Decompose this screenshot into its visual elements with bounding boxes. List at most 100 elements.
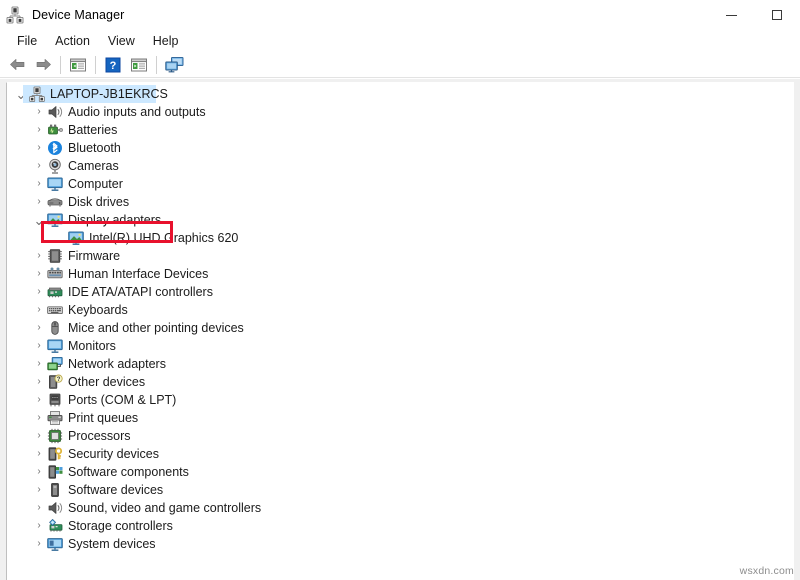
chevron-right-icon[interactable]: › (31, 265, 47, 283)
tree-item-label: Disk drives (68, 193, 129, 211)
chevron-right-icon[interactable]: › (31, 463, 47, 481)
tree-item[interactable]: › Firmware (7, 247, 794, 265)
device-tree-panel[interactable]: ⌄LAPTOP-JB1EKRCS›Audio inputs and output… (6, 82, 794, 580)
tree-item-label: Cameras (68, 157, 119, 175)
chevron-right-icon[interactable]: › (31, 409, 47, 427)
tree-item-label: Firmware (68, 247, 120, 265)
minimize-icon (726, 15, 737, 16)
back-button[interactable] (4, 53, 30, 77)
tree-item-label: Network adapters (68, 355, 166, 373)
port-icon (47, 392, 63, 408)
chevron-right-icon[interactable]: › (31, 157, 47, 175)
toolbar-separator (156, 56, 157, 74)
properties-button[interactable] (65, 53, 91, 77)
forward-button[interactable] (30, 53, 56, 77)
tree-item-label: Bluetooth (68, 139, 121, 157)
security-device-icon (47, 446, 63, 462)
chevron-right-icon[interactable]: › (31, 517, 47, 535)
tree-item[interactable]: › Sound, video and game controllers (7, 499, 794, 517)
tree-item-label: Batteries (68, 121, 117, 139)
chevron-right-icon[interactable]: › (31, 301, 47, 319)
tree-item-label: Software components (68, 463, 189, 481)
tree-item[interactable]: ›Computer (7, 175, 794, 193)
tree-item[interactable]: ›?Other devices (7, 373, 794, 391)
chevron-right-icon[interactable]: › (31, 103, 47, 121)
tree-item[interactable]: ›Monitors (7, 337, 794, 355)
tree-item[interactable]: › Batteries (7, 121, 794, 139)
menu-help[interactable]: Help (144, 32, 188, 50)
tree-item[interactable]: ›Software devices (7, 481, 794, 499)
tree-item[interactable]: ›Keyboards (7, 301, 794, 319)
scan-window-icon (130, 57, 148, 73)
right-arrow-icon (35, 57, 52, 72)
computer-node-icon (29, 86, 45, 102)
window-title: Device Manager (32, 8, 124, 22)
tree-item[interactable]: ›Print queues (7, 409, 794, 427)
help-button[interactable]: ? (100, 53, 126, 77)
tree-item[interactable]: Intel(R) UHD Graphics 620 (7, 229, 794, 247)
toolbar-separator (60, 56, 61, 74)
chevron-right-icon[interactable]: › (31, 247, 47, 265)
tree-item-label: Audio inputs and outputs (68, 103, 206, 121)
tree-item[interactable]: › Software components (7, 463, 794, 481)
tree-item[interactable]: › Cameras (7, 157, 794, 175)
chevron-down-icon[interactable]: ⌄ (31, 214, 47, 227)
camera-icon (47, 158, 63, 174)
monitor-icon (47, 176, 63, 192)
show-devices-button[interactable] (161, 53, 187, 77)
chevron-right-icon[interactable]: › (31, 193, 47, 211)
system-device-icon (47, 536, 63, 552)
content-frame: ⌄LAPTOP-JB1EKRCS›Audio inputs and output… (0, 79, 800, 580)
tree-item-label: Sound, video and game controllers (68, 499, 261, 517)
tree-item-label: Security devices (68, 445, 159, 463)
tree-item[interactable]: ›Processors (7, 427, 794, 445)
tree-item[interactable]: ›Human Interface Devices (7, 265, 794, 283)
chevron-right-icon[interactable]: › (31, 445, 47, 463)
battery-icon (47, 122, 63, 138)
chevron-right-icon[interactable]: › (31, 139, 47, 157)
network-adapter-icon (47, 356, 63, 372)
chevron-right-icon[interactable]: › (31, 427, 47, 445)
tree-item[interactable]: › Mice and other pointing devices (7, 319, 794, 337)
tree-item[interactable]: ⌄ Display adapters (7, 211, 794, 229)
maximize-icon (772, 10, 782, 20)
tree-item[interactable]: › Security devices (7, 445, 794, 463)
tree-item[interactable]: ›System devices (7, 535, 794, 553)
title-bar: Device Manager (0, 0, 800, 30)
tree-item[interactable]: › Network adapters (7, 355, 794, 373)
tree-item-label: Display adapters (68, 211, 161, 229)
svg-text:?: ? (110, 60, 117, 72)
tree-item[interactable]: ›Ports (COM & LPT) (7, 391, 794, 409)
chevron-right-icon[interactable]: › (31, 391, 47, 409)
chevron-right-icon[interactable]: › (31, 121, 47, 139)
tree-item[interactable]: › Bluetooth (7, 139, 794, 157)
chevron-right-icon[interactable]: › (31, 337, 47, 355)
chevron-right-icon[interactable]: › (31, 175, 47, 193)
tree-item[interactable]: › Disk drives (7, 193, 794, 211)
chevron-right-icon[interactable]: › (31, 283, 47, 301)
monitor-devices-icon (165, 56, 184, 73)
maximize-button[interactable] (754, 0, 800, 30)
menu-view[interactable]: View (99, 32, 144, 50)
tree-root-node[interactable]: ⌄LAPTOP-JB1EKRCS (7, 85, 794, 103)
device-manager-icon (6, 6, 24, 24)
device-tree: ⌄LAPTOP-JB1EKRCS›Audio inputs and output… (7, 83, 794, 553)
scan-hardware-button[interactable] (126, 53, 152, 77)
watermark: wsxdn.com (740, 565, 794, 577)
tree-item[interactable]: ›Storage controllers (7, 517, 794, 535)
firmware-icon (47, 248, 63, 264)
chevron-right-icon[interactable]: › (31, 481, 47, 499)
tree-item[interactable]: ›IDE ATA/ATAPI controllers (7, 283, 794, 301)
menu-file[interactable]: File (8, 32, 46, 50)
chevron-right-icon[interactable]: › (31, 319, 47, 337)
display-adapter-icon (47, 212, 63, 228)
tree-item[interactable]: › Audio inputs and outputs (7, 103, 794, 121)
tree-item-label: Mice and other pointing devices (68, 319, 244, 337)
minimize-button[interactable] (708, 0, 754, 30)
chevron-right-icon[interactable]: › (31, 499, 47, 517)
chevron-right-icon[interactable]: › (31, 535, 47, 553)
menu-action[interactable]: Action (46, 32, 99, 50)
chevron-right-icon[interactable]: › (31, 373, 47, 391)
tree-item-label: LAPTOP-JB1EKRCS (50, 85, 168, 103)
chevron-right-icon[interactable]: › (31, 355, 47, 373)
